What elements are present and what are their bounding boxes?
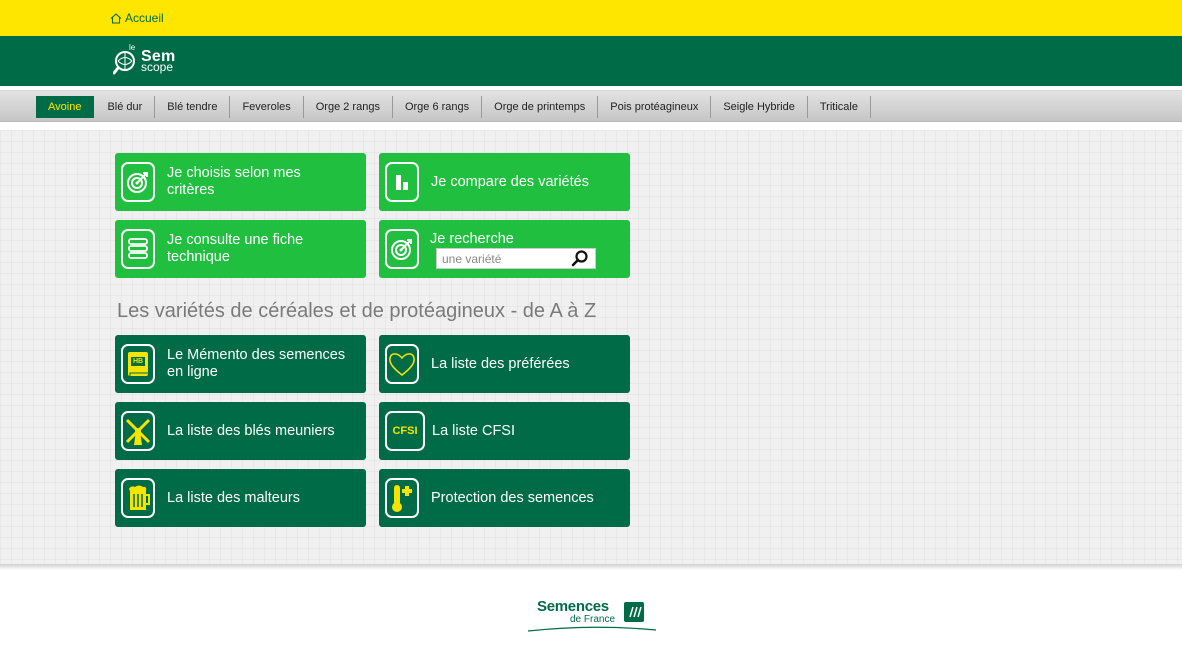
malteurs-tile[interactable]: La liste des malteurs <box>115 469 366 527</box>
header: le Sem scope <box>0 36 1182 86</box>
semences-de-france-logo[interactable]: Semences de France <box>526 598 658 634</box>
magnifier-globe-icon <box>113 51 135 75</box>
criteria-label: Je choisis selon mes critères <box>167 165 301 198</box>
memento-book-icon: HB <box>121 344 155 384</box>
protection-tile[interactable]: Protection des semences <box>379 469 630 527</box>
cfsi-icon: CFSI <box>385 411 425 451</box>
memento-tile[interactable]: HB Le Mémento des semences en ligne <box>115 335 366 393</box>
nav-item-ble-dur[interactable]: Blé dur <box>95 96 156 118</box>
search-label: Je recherche <box>430 231 514 247</box>
nav-item-avoine[interactable]: Avoine <box>36 96 95 118</box>
compare-label: Je compare des variétés <box>431 173 589 190</box>
memento-badge: HB <box>132 357 144 365</box>
crop-nav-bar: Avoine Blé dur Blé tendre Feveroles Orge… <box>0 90 1182 122</box>
crop-nav-wrapper: Avoine Blé dur Blé tendre Feveroles Orge… <box>0 86 1182 130</box>
home-link[interactable]: Accueil <box>110 11 164 25</box>
cfsi-badge: CFSI <box>392 425 418 437</box>
fiche-label: Je consulte une fiche technique <box>167 232 304 265</box>
criteria-tile[interactable]: Je choisis selon mes critères <box>115 153 366 211</box>
nav-item-seigle-hybride[interactable]: Seigle Hybride <box>711 96 808 118</box>
preferees-label: La liste des préférées <box>431 355 570 372</box>
nav-item-orge-2-rangs[interactable]: Orge 2 rangs <box>304 96 393 118</box>
content-divider <box>0 564 1182 570</box>
nav-item-triticale[interactable]: Triticale <box>808 96 871 118</box>
nav-item-orge-6-rangs[interactable]: Orge 6 rangs <box>393 96 483 118</box>
target-icon <box>385 229 419 269</box>
top-bar: Accueil <box>0 0 1182 36</box>
books-icon <box>121 229 155 269</box>
compare-tile[interactable]: Je compare des variétés <box>379 153 630 211</box>
memento-label: Le Mémento des semences en ligne <box>167 347 346 380</box>
home-label: Accueil <box>125 11 164 25</box>
meuniers-label: La liste des blés meuniers <box>167 422 335 439</box>
crop-nav: Avoine Blé dur Blé tendre Feveroles Orge… <box>36 96 871 118</box>
semscope-logo[interactable]: le Sem scope <box>113 43 193 80</box>
footer-brand: Semences <box>537 598 609 615</box>
logo-scope-text: scope <box>141 60 174 74</box>
search-input[interactable] <box>437 249 567 268</box>
cfsi-label: La liste CFSI <box>432 422 515 439</box>
search-box <box>436 248 596 269</box>
search-button[interactable] <box>567 249 593 268</box>
brand-swoosh <box>527 626 657 632</box>
thermometer-plus-icon <box>385 478 419 518</box>
windmill-icon <box>121 411 155 451</box>
protection-label: Protection des semences <box>431 489 594 506</box>
logo-le-text: le <box>129 43 136 52</box>
nav-item-feveroles[interactable]: Feveroles <box>230 96 304 118</box>
beer-mug-icon <box>121 478 155 518</box>
preferees-tile[interactable]: La liste des préférées <box>379 335 630 393</box>
brand-stripes-icon <box>624 602 644 622</box>
search-icon <box>571 250 588 267</box>
nav-item-orge-de-printemps[interactable]: Orge de printemps <box>482 96 599 118</box>
nav-item-ble-tendre[interactable]: Blé tendre <box>155 96 231 118</box>
target-icon <box>121 162 155 202</box>
meuniers-tile[interactable]: La liste des blés meuniers <box>115 402 366 460</box>
cfsi-tile[interactable]: CFSI La liste CFSI <box>379 402 630 460</box>
malteurs-label: La liste des malteurs <box>167 489 300 506</box>
home-icon <box>110 12 122 24</box>
fiche-tile[interactable]: Je consulte une fiche technique <box>115 220 366 278</box>
heart-icon <box>385 344 419 384</box>
bar-chart-icon <box>385 162 419 202</box>
section-title: Les variétés de céréales et de protéagin… <box>117 300 597 322</box>
nav-item-pois-proteagineux[interactable]: Pois protéagineux <box>598 96 712 118</box>
